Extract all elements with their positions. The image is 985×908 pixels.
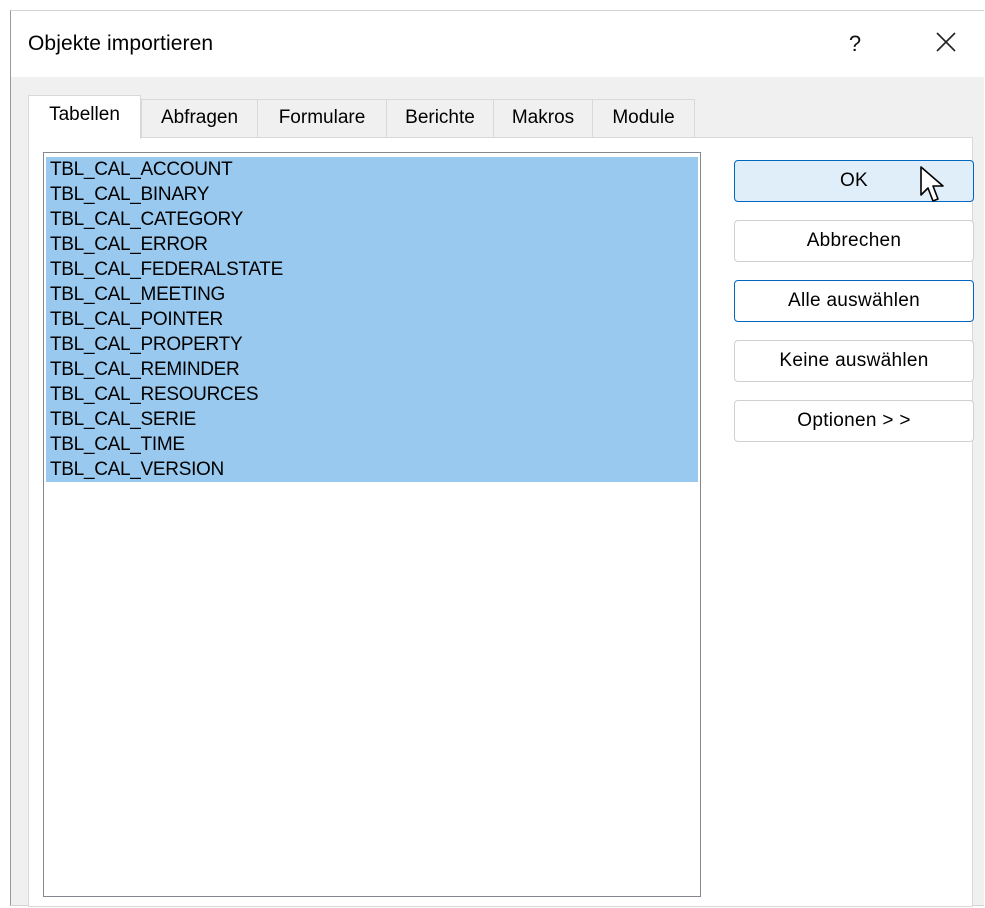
tab-tabellen[interactable]: Tabellen xyxy=(28,95,141,139)
list-item[interactable]: TBL_CAL_VERSION xyxy=(46,457,698,482)
mouse-pointer-icon xyxy=(919,165,949,212)
list-item[interactable]: TBL_CAL_MEETING xyxy=(46,282,698,307)
help-button[interactable]: ? xyxy=(835,25,875,63)
list-item[interactable]: TBL_CAL_TIME xyxy=(46,432,698,457)
tab-berichte[interactable]: Berichte xyxy=(386,99,494,137)
tab-formulare[interactable]: Formulare xyxy=(257,99,387,137)
list-item[interactable]: TBL_CAL_PROPERTY xyxy=(46,332,698,357)
list-item[interactable]: TBL_CAL_REMINDER xyxy=(46,357,698,382)
tab-module[interactable]: Module xyxy=(592,99,695,137)
tab-makros[interactable]: Makros xyxy=(493,99,593,137)
list-item[interactable]: TBL_CAL_ACCOUNT xyxy=(46,157,698,182)
list-item[interactable]: TBL_CAL_RESOURCES xyxy=(46,382,698,407)
tab-panel-tabellen: TBL_CAL_ACCOUNT TBL_CAL_BINARY TBL_CAL_C… xyxy=(28,137,974,907)
list-item[interactable]: TBL_CAL_FEDERALSTATE xyxy=(46,257,698,282)
close-icon xyxy=(936,32,956,52)
dialog-title: Objekte importieren xyxy=(28,32,214,55)
tables-listbox[interactable]: TBL_CAL_ACCOUNT TBL_CAL_BINARY TBL_CAL_C… xyxy=(43,152,701,897)
list-item[interactable]: TBL_CAL_SERIE xyxy=(46,407,698,432)
tab-abfragen[interactable]: Abfragen xyxy=(141,99,258,137)
background-edge xyxy=(0,0,10,908)
select-none-button[interactable]: Keine auswählen xyxy=(734,340,974,382)
list-item[interactable]: TBL_CAL_CATEGORY xyxy=(46,207,698,232)
list-item[interactable]: TBL_CAL_BINARY xyxy=(46,182,698,207)
options-button[interactable]: Optionen > > xyxy=(734,400,974,442)
list-item[interactable]: TBL_CAL_ERROR xyxy=(46,232,698,257)
title-bar: Objekte importieren ? xyxy=(11,11,984,77)
list-item[interactable]: TBL_CAL_POINTER xyxy=(46,307,698,332)
cancel-button[interactable]: Abbrechen xyxy=(734,220,974,262)
select-all-button[interactable]: Alle auswählen xyxy=(734,280,974,322)
import-objects-dialog: Objekte importieren ? Tabellen Abfragen … xyxy=(10,10,984,907)
close-button[interactable] xyxy=(923,23,969,65)
